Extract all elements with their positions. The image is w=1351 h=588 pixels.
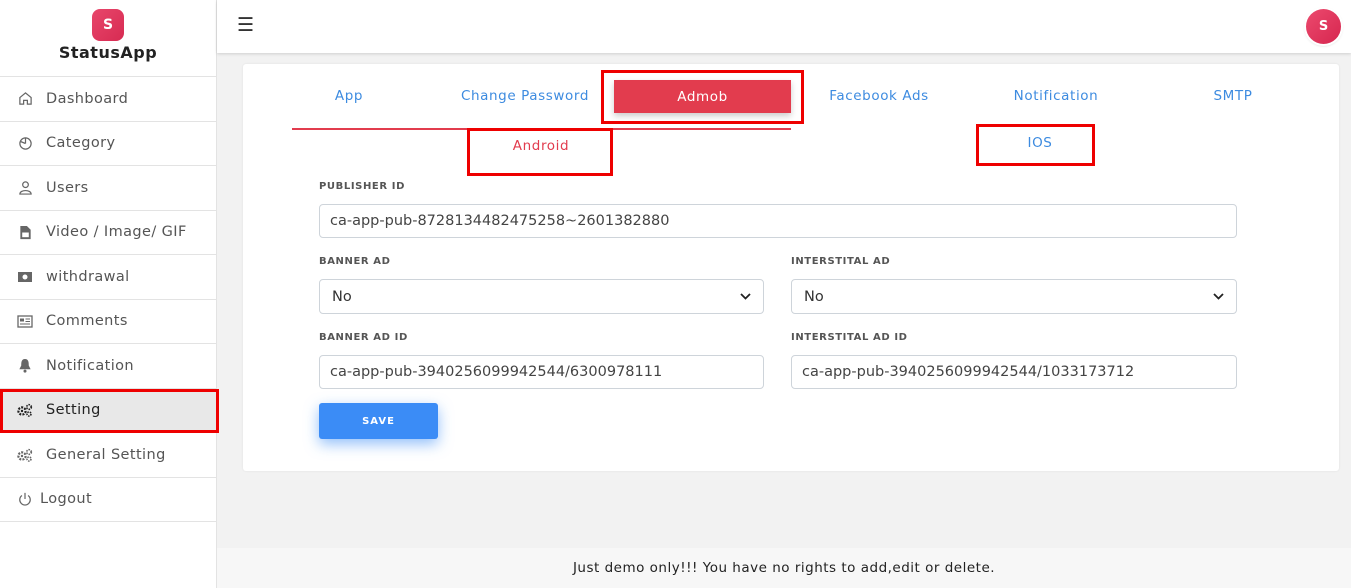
sidebar-item-label: Logout — [40, 491, 93, 508]
sidebar-item-general-setting[interactable]: General Setting — [0, 433, 216, 478]
money-icon — [16, 271, 34, 283]
tab-smtp[interactable]: SMTP — [1203, 88, 1263, 104]
clock-icon — [16, 136, 34, 151]
sidebar-item-label: Users — [46, 179, 89, 196]
sidebar-item-label: Category — [46, 135, 116, 152]
logo-text: S — [102, 17, 114, 33]
tab-change-password[interactable]: Change Password — [455, 88, 595, 104]
banner-ad-id-value: ca-app-pub-3940256099942544/6300978111 — [330, 364, 663, 380]
hamburger-icon[interactable]: ☰ — [237, 14, 254, 36]
sidebar-item-setting[interactable]: Setting — [0, 388, 219, 433]
banner-ad-id-input[interactable]: ca-app-pub-3940256099942544/6300978111 — [319, 355, 764, 389]
sidebar-item-label: Comments — [46, 313, 128, 330]
sidebar-item-label: Video / Image/ GIF — [46, 224, 187, 241]
highlight-box — [601, 70, 804, 124]
chevron-down-icon — [1213, 290, 1224, 303]
save-button[interactable]: SAVE — [319, 403, 438, 439]
highlight-box — [976, 124, 1095, 166]
sidebar-item-label: withdrawal — [46, 268, 130, 285]
publisher-id-input[interactable]: ca-app-pub-8728134482475258~2601382880 — [319, 204, 1237, 238]
tab-notification[interactable]: Notification — [1000, 88, 1112, 104]
user-icon — [16, 180, 34, 195]
gears-icon — [16, 403, 34, 418]
sidebar-item-notification[interactable]: Notification — [0, 344, 216, 389]
avatar-text: S — [1318, 19, 1329, 34]
sidebar-item-label: Dashboard — [46, 90, 129, 107]
interstitial-ad-value: No — [804, 288, 824, 305]
power-icon — [16, 492, 34, 506]
sidebar-item-dashboard[interactable]: Dashboard — [0, 77, 216, 122]
footer-notice: Just demo only!!! You have no rights to … — [217, 548, 1351, 588]
app-logo[interactable]: S — [92, 9, 124, 41]
tab-facebook-ads[interactable]: Facebook Ads — [818, 88, 940, 104]
app-name: StatusApp — [58, 43, 158, 62]
chevron-down-icon — [740, 290, 751, 303]
sidebar-item-category[interactable]: Category — [0, 122, 216, 166]
sidebar-item-users[interactable]: Users — [0, 166, 216, 211]
interstitial-ad-select[interactable]: No — [791, 279, 1237, 314]
publisher-id-value: ca-app-pub-8728134482475258~2601382880 — [330, 213, 670, 229]
sidebar: S StatusApp Dashboard Category Users Vid… — [0, 0, 219, 588]
sidebar-item-label: General Setting — [46, 446, 166, 463]
newspaper-icon — [16, 315, 34, 328]
avatar[interactable]: S — [1306, 9, 1341, 44]
banner-ad-select[interactable]: No — [319, 279, 764, 314]
highlight-box — [467, 128, 613, 176]
gears-icon — [16, 448, 34, 462]
settings-card: App Change Password Admob Facebook Ads N… — [243, 64, 1339, 471]
tab-app[interactable]: App — [319, 88, 379, 104]
interstitial-ad-label: INTERSTITAL AD — [791, 256, 891, 267]
banner-ad-id-label: BANNER AD ID — [319, 332, 408, 343]
bell-icon — [16, 358, 34, 373]
banner-ad-value: No — [332, 288, 352, 305]
brand: S StatusApp — [0, 0, 216, 77]
publisher-id-label: PUBLISHER ID — [319, 181, 405, 192]
interstitial-ad-id-value: ca-app-pub-3940256099942544/1033173712 — [802, 364, 1135, 380]
banner-ad-label: BANNER AD — [319, 256, 391, 267]
topbar: ☰ S — [217, 0, 1351, 53]
interstitial-ad-id-label: INTERSTITAL AD ID — [791, 332, 908, 343]
file-icon — [16, 225, 34, 240]
sidebar-item-media[interactable]: Video / Image/ GIF — [0, 211, 216, 255]
sidebar-item-logout[interactable]: Logout — [0, 478, 216, 522]
sidebar-item-comments[interactable]: Comments — [0, 300, 216, 344]
sidebar-item-label: Setting — [46, 402, 101, 419]
interstitial-ad-id-input[interactable]: ca-app-pub-3940256099942544/1033173712 — [791, 355, 1237, 389]
sidebar-item-withdrawal[interactable]: withdrawal — [0, 255, 216, 300]
home-icon — [16, 91, 34, 106]
sidebar-item-label: Notification — [46, 357, 134, 374]
